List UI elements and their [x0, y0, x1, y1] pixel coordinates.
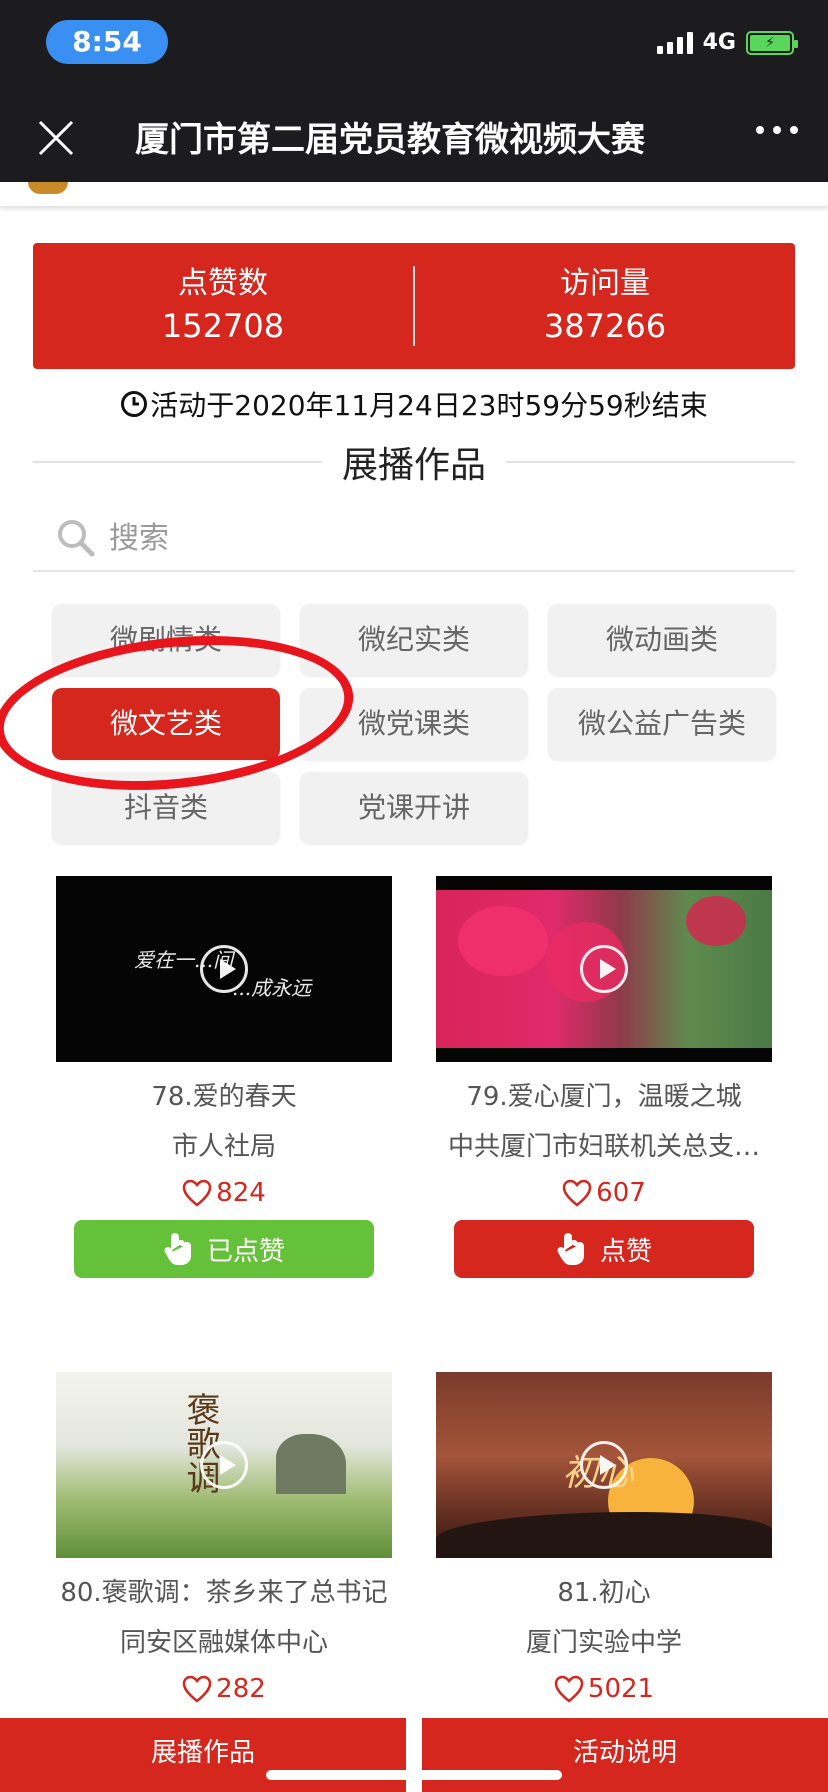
heart-icon	[182, 1675, 212, 1703]
network-label: 4G	[702, 30, 736, 55]
heart-icon	[554, 1675, 584, 1703]
close-icon[interactable]	[30, 112, 82, 164]
play-icon[interactable]	[580, 945, 628, 993]
section-header: 展播作品	[33, 432, 796, 492]
stats-banner: 点赞数 152708 访问量 387266	[33, 243, 795, 369]
search-bar	[33, 506, 795, 572]
like-count-value: 5021	[587, 1674, 655, 1704]
page-title: 厦门市第二届党员教育微视频大赛	[135, 120, 645, 160]
like-count-value: 824	[216, 1178, 266, 1208]
like-count: 607	[436, 1174, 772, 1212]
video-thumbnail[interactable]: 褒歌调	[56, 1372, 392, 1558]
like-count: 5021	[436, 1670, 772, 1708]
category-public-ad[interactable]: 微公益广告类	[548, 688, 776, 760]
video-card: 79.爱心厦门，温暖之城 中共厦门市妇联机关总支… 607 点赞	[436, 876, 772, 1278]
play-icon[interactable]	[200, 945, 248, 993]
battery-icon: ⚡	[746, 30, 798, 55]
search-icon	[58, 520, 95, 557]
likes-value: 152708	[161, 307, 285, 345]
like-button[interactable]: 点赞	[454, 1220, 754, 1278]
video-org: 厦门实验中学	[525, 1628, 682, 1658]
video-org: 中共厦门市妇联机关总支…	[447, 1132, 760, 1162]
logo-icon	[28, 182, 68, 194]
likes-label: 点赞数	[178, 266, 268, 301]
video-org: 同安区融媒体中心	[119, 1628, 328, 1658]
like-count-value: 282	[216, 1674, 266, 1704]
visits-stat: 访问量 387266	[415, 264, 795, 348]
liked-button[interactable]: 已点赞	[74, 1220, 374, 1278]
search-input[interactable]	[109, 520, 609, 556]
top-bar: 8:54 4G ⚡ 厦门市第二届党员教育微视频大赛	[0, 0, 828, 182]
category-animation[interactable]: 微动画类	[548, 604, 776, 676]
hand-pointer-icon	[557, 1233, 584, 1265]
status-time: 8:54	[46, 20, 168, 64]
deadline-text: 活动于2020年11月24日23时59分59秒结束	[150, 389, 708, 422]
hand-pointer-icon	[164, 1233, 191, 1265]
section-title: 展播作品	[342, 445, 487, 486]
play-icon[interactable]	[200, 1441, 248, 1489]
header-strip	[0, 182, 828, 206]
category-lecture[interactable]: 党课开讲	[300, 772, 528, 844]
like-count: 824	[56, 1174, 392, 1212]
video-title[interactable]: 80.褒歌调：茶乡来了总书记	[56, 1572, 392, 1614]
deadline-notice: 活动于2020年11月24日23时59分59秒结束	[0, 384, 828, 424]
video-thumbnail[interactable]: 爱在一...间 ...成永远	[56, 876, 392, 1062]
visits-label: 访问量	[560, 266, 650, 301]
video-title[interactable]: 78.爱的春天	[56, 1076, 392, 1118]
visits-value: 387266	[543, 307, 667, 345]
divider	[506, 461, 796, 463]
home-indicator[interactable]	[266, 1770, 562, 1780]
like-button-label: 点赞	[599, 1236, 652, 1267]
video-card: 初心 81.初心 厦门实验中学 5021	[436, 1372, 772, 1708]
like-count: 282	[56, 1670, 392, 1708]
like-button-label: 已点赞	[206, 1236, 285, 1267]
video-card: 爱在一...间 ...成永远 78.爱的春天 市人社局 824 已点赞	[56, 876, 392, 1278]
clock-icon	[121, 391, 148, 417]
bottom-nav: 展播作品 活动说明	[0, 1718, 828, 1792]
more-menu-icon[interactable]	[756, 126, 798, 134]
heart-icon	[562, 1179, 592, 1207]
nav-showcase-button[interactable]: 展播作品	[0, 1718, 406, 1792]
video-thumbnail[interactable]: 初心	[436, 1372, 772, 1558]
video-org: 市人社局	[171, 1132, 276, 1162]
video-title[interactable]: 79.爱心厦门，温暖之城	[436, 1076, 772, 1118]
divider	[33, 461, 322, 463]
status-icons: 4G ⚡	[656, 30, 798, 55]
likes-stat: 点赞数 152708	[33, 264, 413, 348]
nav-rules-button[interactable]: 活动说明	[422, 1718, 828, 1792]
signal-icon	[656, 31, 693, 54]
video-thumbnail[interactable]	[436, 876, 772, 1062]
like-count-value: 607	[596, 1178, 646, 1208]
video-card: 褒歌调 80.褒歌调：茶乡来了总书记 同安区融媒体中心 282	[56, 1372, 392, 1708]
video-title[interactable]: 81.初心	[436, 1572, 772, 1614]
heart-icon	[182, 1179, 212, 1207]
play-icon[interactable]	[580, 1441, 628, 1489]
